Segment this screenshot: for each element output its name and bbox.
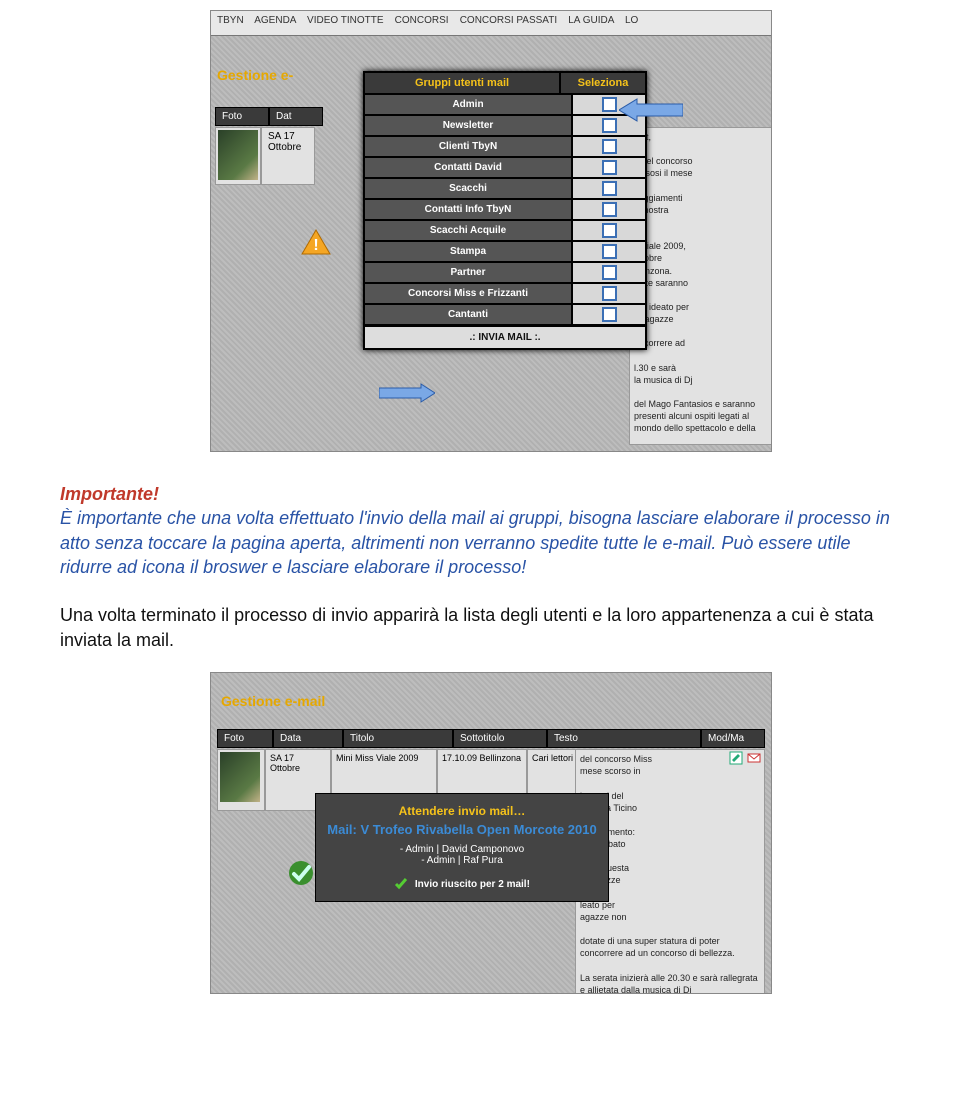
group-name: Concorsi Miss e Frizzanti (364, 283, 572, 304)
grid-header: Foto Data Titolo Sottotitolo Testo Mod/M… (217, 729, 765, 748)
col-titolo: Titolo (343, 729, 453, 748)
dialog-col-select: Seleziona (560, 72, 646, 94)
row-action-icons (729, 751, 761, 765)
group-checkbox[interactable] (602, 202, 617, 217)
table-row: SA 17 Ottobre (215, 127, 315, 185)
admin-screenshot-2: Gestione e-mail Foto Data Titolo Sottoti… (210, 672, 772, 994)
group-name: Cantanti (364, 304, 572, 325)
page-title: Gestione e- (217, 67, 293, 83)
col-data: Data (273, 729, 343, 748)
group-name: Clienti TbyN (364, 136, 572, 157)
grid-header: Foto Dat (215, 107, 323, 126)
group-checkbox[interactable] (602, 160, 617, 175)
nav-item[interactable]: LA GUIDA (568, 15, 614, 26)
group-checkbox[interactable] (602, 307, 617, 322)
nav-item[interactable]: TBYN (217, 15, 244, 26)
col-mod: Mod/Ma (701, 729, 765, 748)
thumbnail-image (220, 752, 260, 802)
thumbnail-image (218, 130, 258, 180)
warning-icon: ! (301, 229, 331, 255)
mail-groups-dialog: Gruppi utenti mail Seleziona Admin Newsl… (363, 71, 647, 350)
col-sottotitolo: Sottotitolo (453, 729, 547, 748)
admin-screenshot-1: TBYN AGENDA VIDEO TINOTTE CONCORSI CONCO… (210, 10, 772, 452)
edit-icon[interactable] (729, 751, 743, 765)
important-heading: Importante! (60, 482, 900, 506)
nav-item[interactable]: VIDEO TINOTTE (307, 15, 384, 26)
group-name: Admin (364, 94, 572, 115)
col-foto: Foto (215, 107, 269, 126)
group-name: Contatti Info TbyN (364, 199, 572, 220)
group-name: Scacchi Acquile (364, 220, 572, 241)
send-status-dialog: Attendere invio mail… Mail: V Trofeo Riv… (315, 793, 609, 902)
group-name: Partner (364, 262, 572, 283)
group-checkbox[interactable] (602, 244, 617, 259)
page-title: Gestione e-mail (221, 693, 325, 709)
group-checkbox[interactable] (602, 181, 617, 196)
check-icon (287, 859, 315, 890)
group-checkbox[interactable] (602, 118, 617, 133)
group-name: Stampa (364, 241, 572, 262)
nav-item[interactable]: CONCORSI PASSATI (460, 15, 557, 26)
dialog-col-group: Gruppi utenti mail (364, 72, 560, 94)
callout-arrow-icon (619, 97, 683, 123)
mail-icon[interactable] (747, 751, 761, 765)
callout-arrow-icon (379, 383, 435, 403)
svg-text:!: ! (313, 237, 318, 254)
status-success: Invio riuscito per 2 mail! (322, 876, 602, 893)
send-mail-button[interactable]: .: INVIA MAIL :. (364, 326, 646, 349)
status-title: Attendere invio mail… (322, 804, 602, 818)
important-paragraph: È importante che una volta effettuato l'… (60, 506, 900, 579)
group-checkbox[interactable] (602, 286, 617, 301)
document-body: Importante! È importante che una volta e… (60, 482, 900, 652)
check-icon (394, 876, 408, 893)
nav-item[interactable]: LO (625, 15, 638, 26)
group-checkbox[interactable] (602, 265, 617, 280)
paragraph: Una volta terminato il processo di invio… (60, 603, 900, 652)
cell-date: SA 17 Ottobre (261, 127, 315, 185)
group-checkbox[interactable] (602, 97, 617, 112)
group-checkbox[interactable] (602, 223, 617, 238)
group-name: Contatti David (364, 157, 572, 178)
col-testo: Testo (547, 729, 701, 748)
nav-item[interactable]: AGENDA (254, 15, 296, 26)
description-text: ight, o del concorso clusosi il mese ceg… (629, 127, 772, 445)
top-nav: TBYN AGENDA VIDEO TINOTTE CONCORSI CONCO… (211, 11, 771, 36)
group-name: Scacchi (364, 178, 572, 199)
group-checkbox[interactable] (602, 139, 617, 154)
col-foto: Foto (217, 729, 273, 748)
status-subtitle: Mail: V Trofeo Rivabella Open Morcote 20… (322, 822, 602, 838)
col-data: Dat (269, 107, 323, 126)
group-name: Newsletter (364, 115, 572, 136)
nav-item[interactable]: CONCORSI (395, 15, 449, 26)
status-recipients: - Admin | David Camponovo - Admin | Raf … (322, 844, 602, 866)
